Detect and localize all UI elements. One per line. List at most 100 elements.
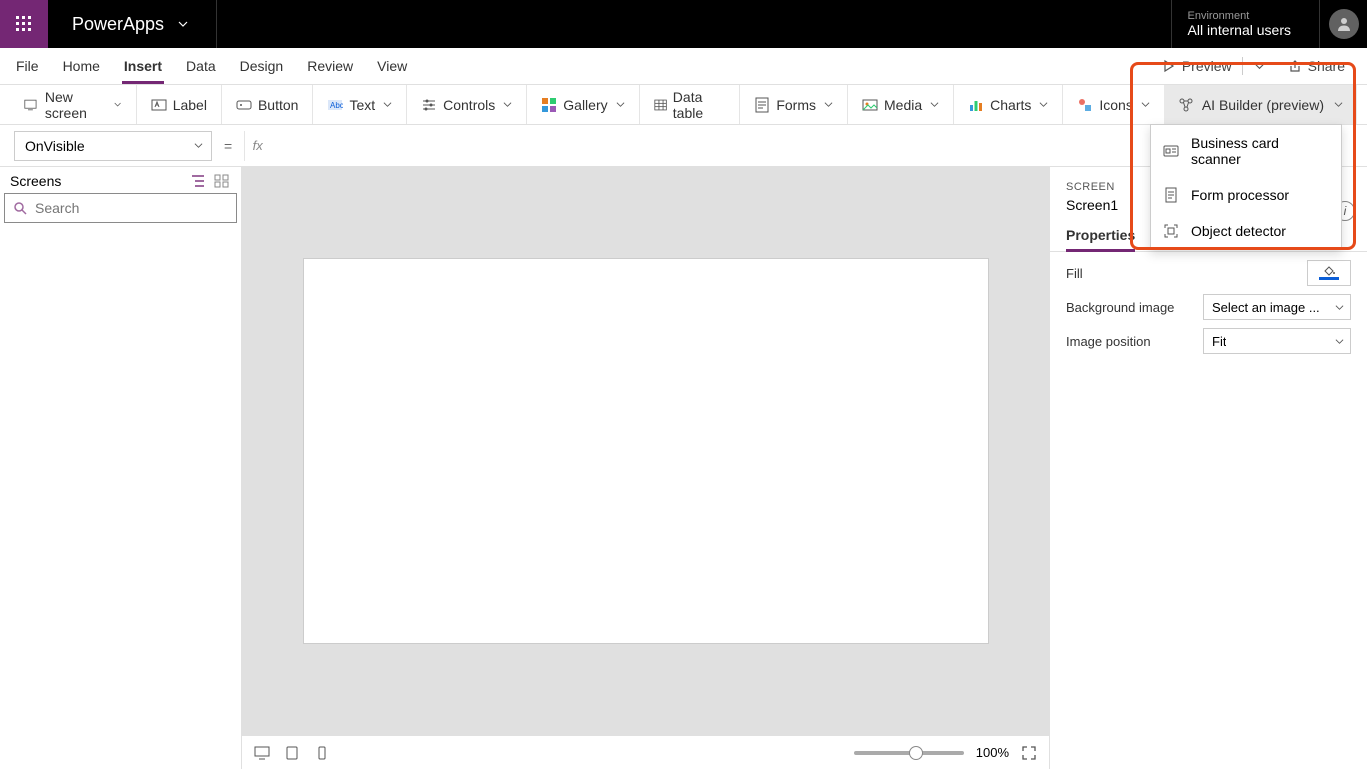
prop-fill-label: Fill [1066,266,1083,281]
environment-selector[interactable]: Environment All internal users [1171,0,1320,48]
environment-value: All internal users [1188,22,1292,38]
play-icon [1162,59,1176,73]
screens-search-box[interactable] [4,193,237,223]
ribbon-controls[interactable]: Controls [407,85,527,124]
screens-search-input[interactable] [35,200,228,216]
ai-menu-object-detector[interactable]: Object detector [1151,213,1341,249]
img-pos-select[interactable]: Fit [1203,328,1351,354]
media-icon [862,97,878,113]
search-icon [13,201,27,215]
chevron-down-icon [1255,62,1264,71]
waffle-icon [16,16,32,32]
controls-icon [421,97,437,113]
screens-panel-title: Screens [10,173,61,189]
ribbon-data-table-label: Data table [673,89,726,121]
ribbon-media[interactable]: Media [848,85,954,124]
device-desktop-icon[interactable] [254,746,270,760]
gallery-icon [541,97,557,113]
device-phone-icon[interactable] [314,746,330,760]
text-icon: Abc [327,97,343,113]
thumbnail-view-toggle[interactable] [213,173,231,189]
ribbon-text[interactable]: Abc Text [313,85,407,124]
chevron-down-icon [1039,100,1048,109]
chevron-down-icon [178,19,188,29]
bg-image-select[interactable]: Select an image ... [1203,294,1351,320]
new-screen-label: New screen [45,89,105,121]
ribbon-label[interactable]: Label [137,85,222,124]
chevron-down-icon [383,100,392,109]
user-avatar-button[interactable] [1319,0,1367,48]
prop-img-pos-label: Image position [1066,334,1151,349]
icons-icon [1077,97,1093,113]
ribbon-text-label: Text [349,97,375,113]
ai-menu-item2-label: Form processor [1191,187,1289,203]
menu-data[interactable]: Data [174,48,228,84]
menu-file[interactable]: File [4,48,51,84]
property-selector[interactable]: OnVisible [14,131,212,161]
chevron-down-icon [1335,303,1344,312]
ribbon-icons[interactable]: Icons [1063,85,1163,124]
ribbon-controls-label: Controls [443,97,495,113]
chevron-down-icon [824,100,833,109]
ribbon-forms-label: Forms [776,97,816,113]
chevron-down-icon [1335,337,1344,346]
ribbon-media-label: Media [884,97,922,113]
menu-insert[interactable]: Insert [112,48,174,84]
ribbon-charts-label: Charts [990,97,1031,113]
zoom-slider[interactable] [854,751,964,755]
equals-sign: = [224,138,232,154]
ai-menu-item1-label: Business card scanner [1191,135,1329,167]
fx-icon: fx [244,131,270,161]
ribbon-data-table[interactable]: Data table [640,85,741,124]
detect-icon [1163,223,1179,239]
chevron-down-icon [1334,100,1343,109]
fill-color-button[interactable] [1307,260,1351,286]
ribbon-charts[interactable]: Charts [954,85,1063,124]
ribbon-button[interactable]: Button [222,85,313,124]
app-launcher-button[interactable] [0,0,48,48]
ribbon-button-text: Button [258,97,298,113]
app-name-label: PowerApps [72,14,164,35]
paint-bucket-icon [1322,266,1336,276]
tree-view-toggle[interactable] [189,173,207,189]
prop-bg-image-label: Background image [1066,300,1174,315]
menu-review[interactable]: Review [295,48,365,84]
ribbon-icons-label: Icons [1099,97,1132,113]
menu-home[interactable]: Home [51,48,112,84]
chevron-down-icon [930,100,939,109]
ai-menu-item3-label: Object detector [1191,223,1286,239]
ribbon-gallery[interactable]: Gallery [527,85,639,124]
ai-menu-business-card[interactable]: Business card scanner [1151,125,1341,177]
chevron-down-icon [1141,100,1150,109]
svg-text:Abc: Abc [330,101,343,110]
screen-icon [24,97,37,113]
ai-menu-form-processor[interactable]: Form processor [1151,177,1341,213]
chevron-down-icon [616,100,625,109]
share-label: Share [1308,58,1345,74]
img-pos-value: Fit [1212,334,1226,349]
tab-properties[interactable]: Properties [1066,227,1135,251]
preview-label: Preview [1182,58,1232,74]
ribbon-ai-builder[interactable]: AI Builder (preview) [1164,85,1357,124]
forms-icon [754,97,770,113]
ribbon-gallery-label: Gallery [563,97,607,113]
chevron-down-icon [114,100,121,109]
table-icon [654,97,667,113]
share-icon [1288,59,1302,73]
ribbon-new-screen[interactable]: New screen [10,85,137,124]
canvas-screen[interactable] [304,259,988,643]
app-name-dropdown[interactable]: PowerApps [48,0,217,48]
fullscreen-icon[interactable] [1021,745,1037,761]
ribbon-ai-builder-label: AI Builder (preview) [1202,97,1324,113]
ribbon-forms[interactable]: Forms [740,85,848,124]
menu-design[interactable]: Design [228,48,296,84]
ribbon-label-text: Label [173,97,207,113]
ai-builder-dropdown: Business card scanner Form processor Obj… [1150,124,1342,250]
device-tablet-icon[interactable] [284,746,300,760]
zoom-value: 100% [976,745,1009,760]
ai-icon [1178,97,1194,113]
share-button[interactable]: Share [1278,54,1355,78]
preview-button[interactable]: Preview [1152,53,1274,79]
chevron-down-icon [503,100,512,109]
menu-view[interactable]: View [365,48,419,84]
